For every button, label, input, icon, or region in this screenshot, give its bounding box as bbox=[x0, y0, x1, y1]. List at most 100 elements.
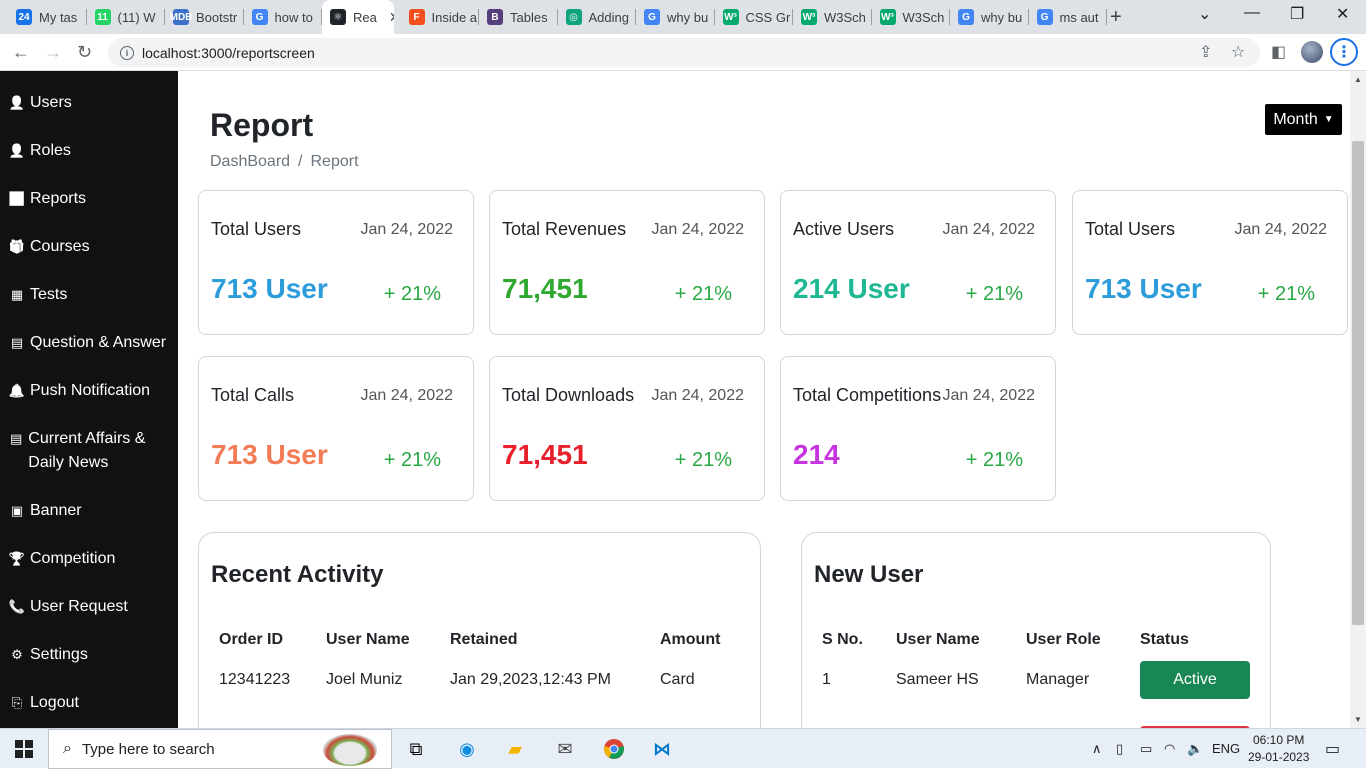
back-icon[interactable]: ← bbox=[12, 42, 30, 63]
browser-tab[interactable]: B Tables bbox=[479, 4, 558, 30]
status-active-button[interactable]: Active bbox=[1140, 661, 1250, 699]
user-cog-icon: 👤 bbox=[8, 143, 26, 158]
sidebar-item-competition[interactable]: 🏆 Competition bbox=[9, 547, 175, 571]
tray-chevron-icon[interactable]: ∧ bbox=[1092, 741, 1102, 757]
tab-close-icon[interactable]: ✕ bbox=[389, 9, 394, 26]
forward-icon[interactable]: → bbox=[44, 42, 62, 63]
sidebar-item-question-answer[interactable]: ▤ Question & Answer bbox=[10, 331, 175, 355]
column-header: User Name bbox=[326, 631, 410, 648]
browser-tab[interactable]: MDB Bootstr bbox=[165, 4, 244, 30]
tab-label: W3Sch bbox=[902, 9, 945, 25]
tab-search-icon[interactable]: ⌄ bbox=[1198, 4, 1211, 24]
browser-tab[interactable]: Ghow to bbox=[244, 4, 322, 30]
sidebar-item-roles[interactable]: 👤 Roles bbox=[8, 139, 175, 163]
windows-taskbar: ⌕ Type here to search ⧉ ◉ ▰ ✉ ⋈ ∧ ▯ ▭ ◠ … bbox=[0, 728, 1366, 769]
sidebar-item-users[interactable]: 👤 Users bbox=[9, 91, 175, 115]
sidebar-item-label: Question & Answer bbox=[30, 334, 167, 351]
browser-tab[interactable]: 11 (11) W bbox=[87, 4, 165, 30]
browser-tab[interactable]: F Inside a bbox=[401, 4, 479, 30]
system-clock[interactable]: 06:10 PM 29-01-2023 bbox=[1248, 732, 1309, 766]
file-explorer-icon[interactable]: ▰ bbox=[503, 737, 527, 761]
qa-icon: ▤ bbox=[10, 335, 24, 350]
tab-favicon-icon: ⚛ bbox=[330, 9, 346, 25]
reload-icon[interactable]: ↻ bbox=[77, 42, 92, 63]
card-date: Jan 24, 2022 bbox=[942, 221, 1035, 238]
vscode-icon[interactable]: ⋈ bbox=[650, 737, 674, 761]
sidebar-item-push-notification[interactable]: 🔔 Push Notification bbox=[9, 379, 175, 403]
edge-icon[interactable]: ◉ bbox=[455, 737, 479, 761]
maximize-icon[interactable]: ❐ bbox=[1290, 4, 1304, 24]
browser-tab[interactable]: ⚛ Rea ✕ bbox=[322, 0, 394, 34]
browser-tab[interactable]: Gwhy bu bbox=[636, 4, 715, 30]
new-tab-icon[interactable]: + bbox=[1110, 6, 1122, 29]
card-value: 713 User bbox=[211, 439, 328, 470]
card-change: + 21% bbox=[965, 449, 1023, 471]
browser-tab[interactable]: W³ W3Sch bbox=[872, 4, 950, 30]
sno-cell: 1 bbox=[822, 671, 831, 688]
scroll-up-icon[interactable]: ▲ bbox=[1354, 75, 1362, 84]
tray-device-icon[interactable]: ▯ bbox=[1116, 741, 1123, 757]
page-scrollbar[interactable]: ▲ ▼ bbox=[1350, 71, 1366, 728]
notifications-icon[interactable]: ▭ bbox=[1325, 739, 1340, 759]
wifi-icon[interactable]: ◠ bbox=[1164, 741, 1175, 757]
card-date: Jan 24, 2022 bbox=[942, 387, 1035, 404]
scroll-down-icon[interactable]: ▼ bbox=[1354, 715, 1362, 724]
volume-icon[interactable]: 🔈 bbox=[1187, 741, 1203, 757]
taskbar-search-box[interactable]: ⌕ Type here to search bbox=[48, 729, 392, 769]
chrome-icon[interactable] bbox=[602, 737, 626, 761]
battery-icon[interactable]: ▭ bbox=[1140, 741, 1152, 757]
sidebar-item-banner[interactable]: ▣ Banner bbox=[10, 499, 175, 523]
table-row[interactable]: 12341223 Joel Muniz Jan 29,2023,12:43 PM… bbox=[207, 655, 748, 705]
recent-activity-title: Recent Activity bbox=[211, 561, 384, 588]
period-select[interactable]: Month ▼ bbox=[1265, 104, 1342, 135]
sidebar-item-user-request[interactable]: 📞 User Request bbox=[9, 595, 175, 619]
close-window-icon[interactable]: ✕ bbox=[1336, 4, 1349, 24]
minimize-icon[interactable]: — bbox=[1244, 4, 1260, 22]
recent-activity-table: Order ID User Name Retained Amount 12341… bbox=[207, 625, 748, 705]
windows-start-icon[interactable] bbox=[12, 737, 36, 761]
tab-favicon-icon: MDB bbox=[170, 9, 192, 25]
sidebar-item-label: Competition bbox=[30, 550, 116, 567]
sidebar-item-label: Users bbox=[30, 94, 72, 111]
user-name-cell: Joel Muniz bbox=[326, 671, 403, 688]
tab-favicon-icon: 11 bbox=[94, 9, 111, 25]
sidebar-item-label: Reports bbox=[30, 190, 87, 207]
language-indicator[interactable]: ENG bbox=[1212, 741, 1240, 756]
tab-separator bbox=[1106, 9, 1107, 25]
sidebar-item-courses[interactable]: 🎁 Courses bbox=[9, 235, 175, 259]
browser-menu-icon[interactable]: ⋮ bbox=[1330, 38, 1358, 66]
stat-card: Total Revenues Jan 24, 2022 71,451 + 21% bbox=[489, 190, 765, 335]
sidebar-item-reports[interactable]: 📈 Reports bbox=[9, 187, 175, 211]
card-title: Total Users bbox=[211, 219, 302, 239]
table-row[interactable]: 1 Sameer HS Manager Active bbox=[810, 655, 1262, 705]
profile-avatar[interactable] bbox=[1301, 41, 1323, 63]
search-highlight-image bbox=[323, 734, 377, 766]
side-panel-icon[interactable]: ◧ bbox=[1271, 42, 1286, 62]
share-icon[interactable]: ⇪ bbox=[1199, 42, 1212, 62]
browser-toolbar: ← → ↻ i localhost:3000/reportscreen ⇪ ☆ … bbox=[0, 34, 1366, 71]
sidebar-item-settings[interactable]: ⚙ Settings bbox=[10, 643, 175, 667]
sidebar-item-logout[interactable]: ⎘ Logout bbox=[10, 691, 175, 715]
bookmark-star-icon[interactable]: ☆ bbox=[1231, 42, 1245, 62]
sidebar-item-current-affairs-daily-news[interactable]: ▤ Current Affairs & Daily News bbox=[10, 427, 175, 475]
breadcrumb-dashboard[interactable]: DashBoard bbox=[210, 153, 290, 171]
page-title: Report bbox=[210, 107, 314, 143]
card-date: Jan 24, 2022 bbox=[651, 387, 744, 404]
mail-icon[interactable]: ✉ bbox=[553, 737, 577, 761]
column-header: Retained bbox=[450, 631, 518, 648]
browser-tab[interactable]: Gms aut bbox=[1029, 4, 1107, 30]
browser-tab[interactable]: 24 My tas bbox=[8, 4, 87, 30]
site-info-icon[interactable]: i bbox=[120, 45, 134, 60]
task-view-icon[interactable]: ⧉ bbox=[404, 737, 428, 761]
browser-tab[interactable]: ◎ Adding bbox=[558, 4, 636, 30]
sidebar-item-tests[interactable]: ▦ Tests bbox=[10, 283, 175, 307]
address-bar[interactable]: i localhost:3000/reportscreen bbox=[108, 38, 1260, 67]
browser-tab[interactable]: Gwhy bu bbox=[950, 4, 1029, 30]
browser-tab[interactable]: W³ W3Sch bbox=[793, 4, 872, 30]
new-user-panel: New User S No. User Name User Role Statu… bbox=[801, 532, 1271, 728]
browser-tab[interactable]: W³ CSS Gr bbox=[715, 4, 793, 30]
scrollbar-thumb[interactable] bbox=[1352, 141, 1364, 625]
tab-label: ms aut bbox=[1059, 9, 1099, 25]
logout-icon: ⎘ bbox=[11, 695, 23, 710]
sidebar-item-label: Current Affairs & Daily News bbox=[28, 430, 146, 471]
